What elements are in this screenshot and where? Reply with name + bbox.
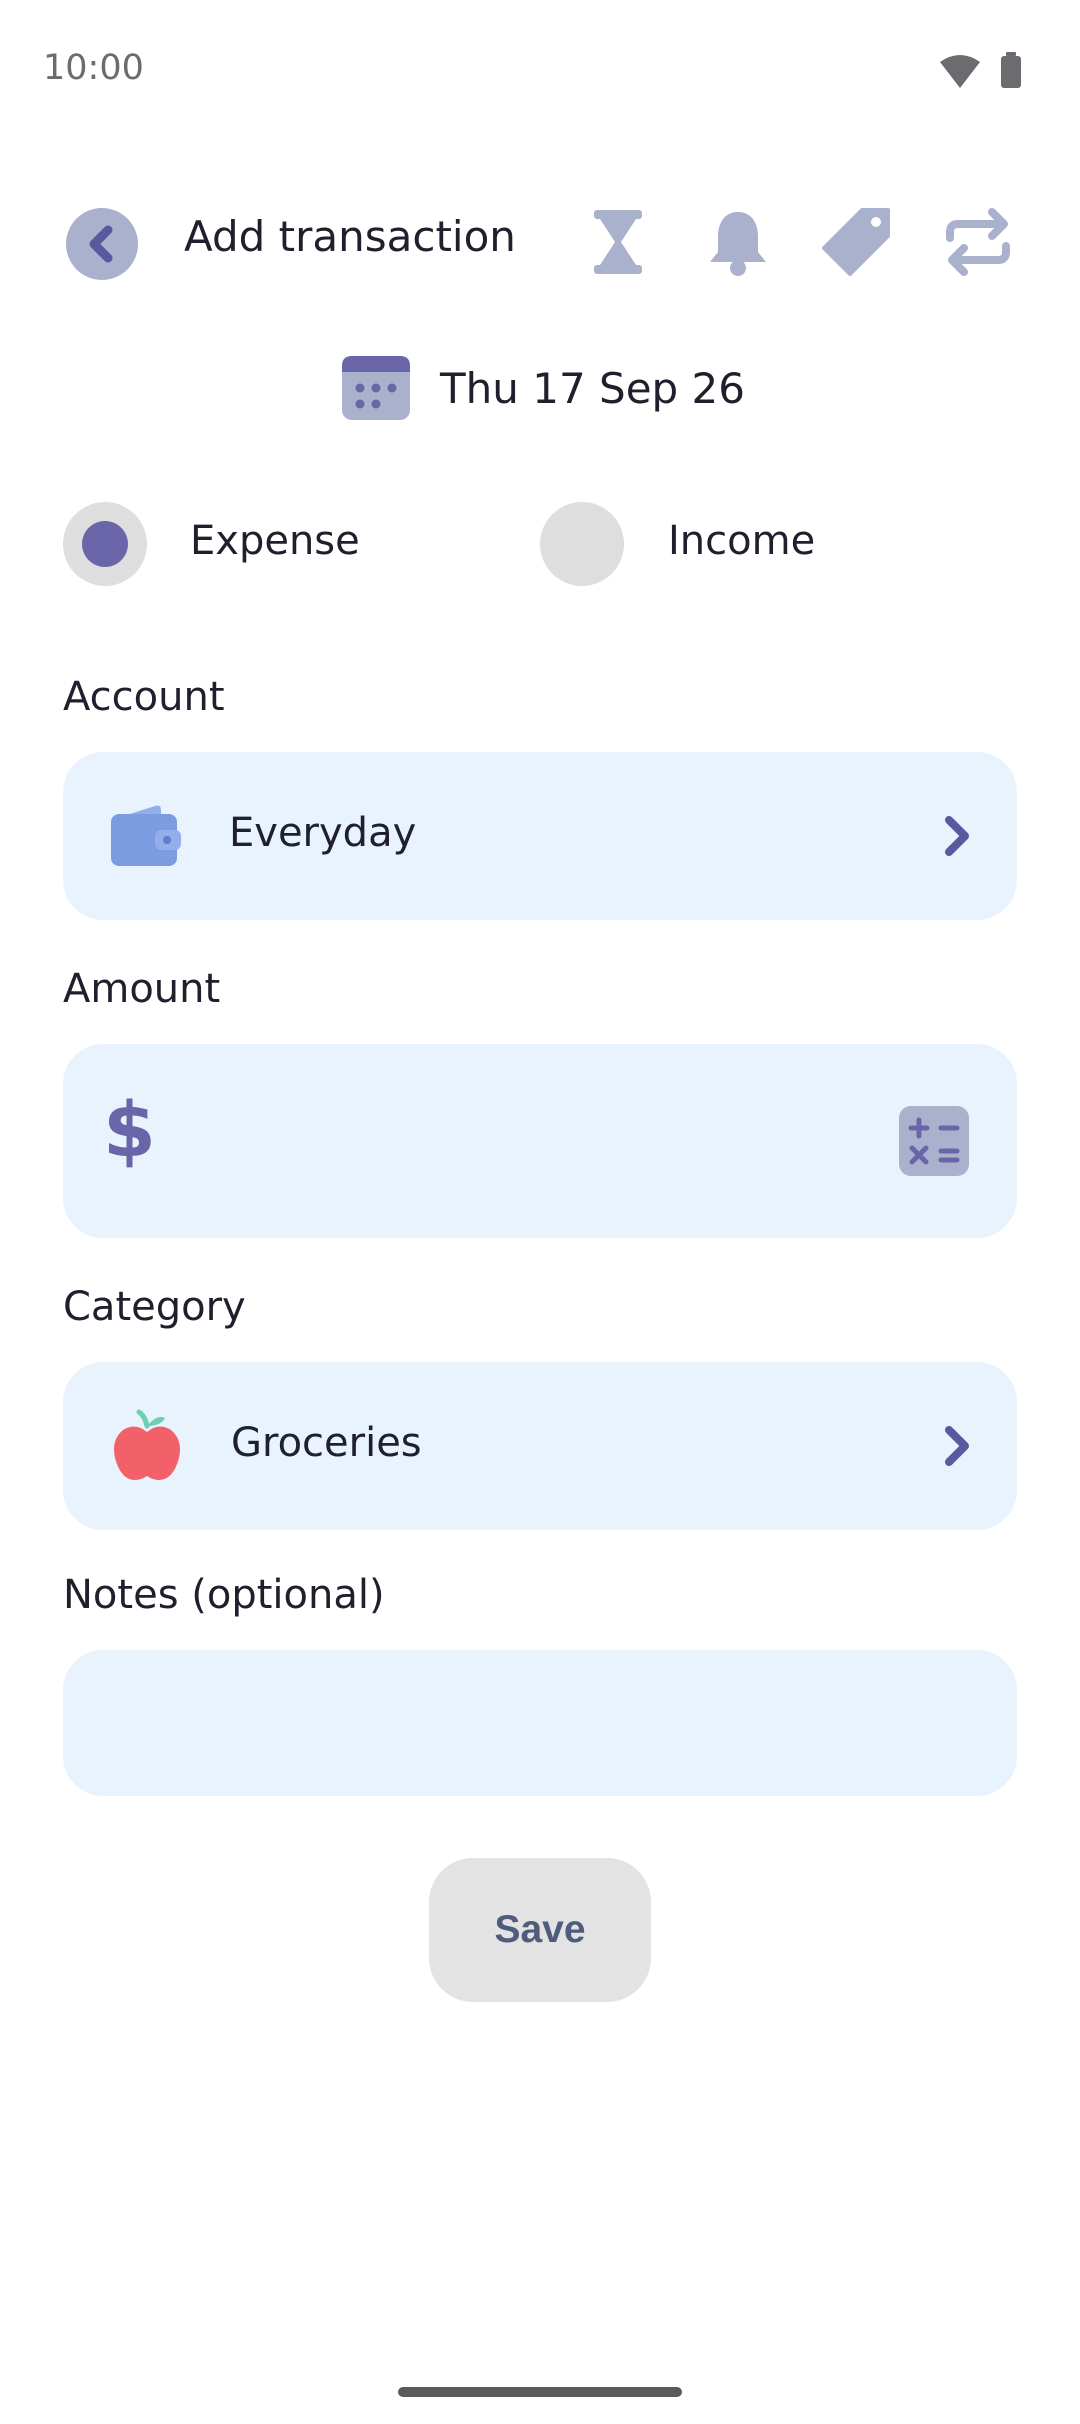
apple-icon <box>114 1409 180 1480</box>
radio-selected-dot <box>82 521 128 567</box>
repeat-icon <box>946 208 1010 276</box>
tag-button[interactable] <box>820 204 896 280</box>
reminder-button[interactable] <box>700 204 776 280</box>
category-value: Groceries <box>231 1420 422 1466</box>
expense-label[interactable]: Expense <box>190 518 360 564</box>
notes-input[interactable] <box>63 1650 1017 1796</box>
amount-field[interactable]: $ <box>63 1044 1017 1238</box>
home-indicator[interactable] <box>398 2387 682 2397</box>
back-button[interactable] <box>66 208 138 280</box>
calculator-icon[interactable] <box>899 1106 969 1176</box>
income-radio[interactable] <box>540 502 624 586</box>
account-value: Everyday <box>229 810 417 856</box>
amount-label: Amount <box>63 966 221 1012</box>
category-label: Category <box>63 1284 246 1330</box>
battery-icon <box>1001 52 1021 88</box>
account-selector[interactable]: Everyday <box>63 752 1017 920</box>
page-title: Add transaction <box>184 212 516 261</box>
currency-symbol: $ <box>103 1085 156 1174</box>
calendar-icon <box>342 356 410 420</box>
hourglass-icon <box>594 210 642 274</box>
back-arrow-icon <box>89 225 113 263</box>
wifi-icon <box>940 55 980 88</box>
account-label: Account <box>63 674 225 720</box>
chevron-right-icon <box>945 1426 969 1466</box>
tag-icon <box>822 208 890 276</box>
expense-radio[interactable] <box>63 502 147 586</box>
chevron-right-icon <box>945 816 969 856</box>
income-radio-indicator[interactable] <box>540 502 624 586</box>
repeat-button[interactable] <box>940 204 1016 280</box>
hourglass-button[interactable] <box>580 204 656 280</box>
status-icons <box>940 52 1040 92</box>
category-selector[interactable]: Groceries <box>63 1362 1017 1530</box>
income-label[interactable]: Income <box>668 518 815 564</box>
status-time: 10:00 <box>43 48 144 88</box>
notes-label: Notes (optional) <box>63 1572 385 1618</box>
bell-icon <box>710 212 766 276</box>
date-label: Thu 17 Sep 26 <box>440 363 745 413</box>
date-selector[interactable]: Thu 17 Sep 26 <box>340 352 745 424</box>
expense-radio-indicator[interactable] <box>63 502 147 586</box>
save-button[interactable]: Save <box>429 1858 651 2002</box>
wallet-icon <box>111 805 181 866</box>
